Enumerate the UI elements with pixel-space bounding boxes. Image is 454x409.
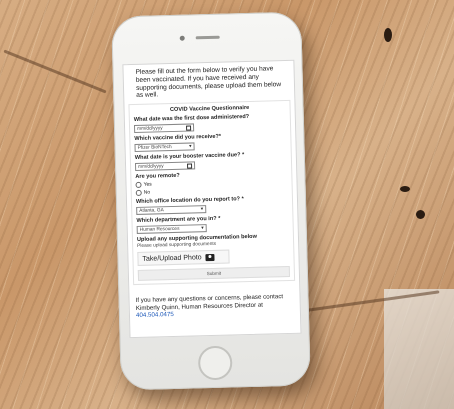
contact-info: If you have any questions or concerns, p… [129,281,300,324]
booster-date-placeholder: mm/dd/yyyy [138,163,164,170]
contact-text: If you have any questions or concerns, p… [135,293,284,312]
take-upload-photo-button[interactable]: Take/Upload Photo [137,249,230,267]
home-button[interactable] [197,345,233,381]
form-title: COVID Vaccine Questionnaire [169,105,250,114]
department-label: Which department are you in? * [136,215,221,225]
calendar-icon[interactable] [186,125,192,131]
vaccine-type-label: Which vaccine did you receive?* [134,133,222,143]
vaccine-form: COVID Vaccine Questionnaire What date wa… [128,100,296,286]
front-camera [179,35,185,41]
radio-circle[interactable] [135,182,142,189]
first-dose-date-input[interactable]: mm/dd/yyyy [133,123,195,134]
wood-knot [416,210,425,219]
booster-date-label: What date is your booster vaccine due? * [134,152,245,162]
earpiece-speaker [195,35,220,40]
intro-text: Please fill out the form below to verify… [135,65,282,100]
remote-yes-label: Yes [143,181,152,188]
chevron-down-icon: ▾ [188,143,192,150]
radio-circle[interactable] [135,189,142,197]
contact-phone-link[interactable]: 404.504.0475 [136,311,174,319]
upload-button-label: Take/Upload Photo [142,253,202,263]
submit-button[interactable]: Submit [137,266,291,282]
wood-knot [400,186,410,192]
remote-no-radio[interactable]: No [135,186,288,197]
first-dose-date-placeholder: mm/dd/yyyy [137,125,163,132]
vaccine-type-value: Pfizer BioNTech [137,144,172,151]
office-location-select[interactable]: Atlanta, GA ▾ [136,205,207,216]
booster-date-input[interactable]: mm/dd/yyyy [134,161,196,172]
chevron-down-icon: ▾ [200,206,204,213]
office-location-value: Atlanta, GA [139,207,164,214]
background-floor [384,289,454,409]
smartphone: Please fill out the form below to verify… [111,11,311,391]
department-value: Human Resources [139,226,180,233]
camera-icon [205,253,215,261]
chevron-down-icon: ▾ [201,225,204,232]
calendar-icon[interactable] [187,163,193,169]
wood-knot [384,28,392,42]
department-select[interactable]: Human Resources ▾ [136,224,207,235]
office-location-label: Which office location do you report to? … [135,196,244,206]
remote-no-label: No [143,189,151,196]
wood-crack [3,49,107,94]
phone-screen: Please fill out the form below to verify… [122,59,302,339]
first-dose-label: What date was the first dose administere… [133,114,250,124]
vaccine-type-select[interactable]: Pfizer BioNTech ▾ [134,142,195,153]
